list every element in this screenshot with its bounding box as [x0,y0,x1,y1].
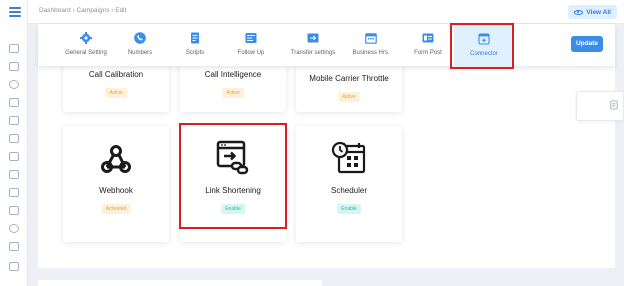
link-shortening-highlight [179,123,287,229]
phone-icon [134,32,146,44]
menu-logo-icon[interactable] [9,7,21,19]
mail-icon[interactable] [9,262,19,271]
report-icon[interactable] [9,170,19,179]
webhook-icon [101,145,131,173]
file-icon[interactable] [9,206,19,215]
tab-label: General Setting [65,50,107,56]
update-button[interactable]: Update [571,36,603,52]
tab-label: Scripts [185,50,205,56]
card-icon[interactable] [9,116,19,125]
card-call-intelligence[interactable]: Call Intelligence Active [180,62,286,112]
tab-scripts[interactable]: Scripts [165,29,225,59]
tab-numbers[interactable]: Numbers [110,29,170,59]
status-badge[interactable]: Activated [101,204,131,214]
tab-label: Business Hrs. [352,50,390,56]
eye-icon [574,9,584,15]
view-all-label: View All [586,8,611,16]
tab-follow-up[interactable]: Follow Up [221,29,281,59]
calendar-icon [365,33,377,44]
settings-icon[interactable] [9,224,19,233]
scheduler-icon [331,141,366,174]
card-title: Mobile Carrier Throttle [309,74,389,83]
document-icon[interactable] [9,188,19,197]
tab-transfer-settings[interactable]: Transfer settings [283,29,343,59]
sidebar [0,0,28,286]
connector-tab-highlight [450,23,514,69]
side-doc-tab[interactable] [576,91,624,121]
form-post-icon [422,33,434,43]
card-title: Call Intelligence [204,70,262,79]
view-all-button[interactable]: View All [568,5,617,19]
tab-business-hrs[interactable]: Business Hrs. [341,29,401,59]
user-icon[interactable] [9,80,19,89]
status-badge[interactable]: Active [338,92,360,102]
card-call-calibration[interactable]: Call Calibration Active [63,62,169,112]
billing-icon[interactable] [9,242,19,251]
breadcrumb[interactable]: Dashboard › Campaigns › Edit [39,7,126,14]
tab-general-setting[interactable]: General Setting [56,29,116,59]
scripts-icon [191,32,199,44]
list-icon[interactable] [9,152,19,161]
card-mobile-carrier-throttle[interactable]: Mobile Carrier Throttle Active [296,62,402,112]
card-title: Scheduler [330,186,368,195]
status-badge[interactable]: Active [105,88,127,98]
transfer-icon [307,33,319,43]
tab-label: Form Post [414,50,442,56]
home-icon[interactable] [9,44,19,53]
top-bar: Dashboard › Campaigns › Edit View All [28,0,624,24]
document-icon [610,100,618,110]
status-badge[interactable]: Active [222,88,244,98]
connector-content: Call Calibration Active Call Intelligenc… [38,62,615,268]
status-badge[interactable]: Enable [337,204,361,214]
dashboard-icon[interactable] [9,62,19,71]
card-title: Webhook [99,186,133,195]
settings-tab-bar: General Setting Numbers Scripts Follow U… [38,24,615,66]
gear-icon [80,32,92,44]
card-webhook[interactable]: Webhook Activated [63,126,169,242]
follow-up-icon [245,33,257,43]
tab-label: Transfer settings [290,50,336,56]
tab-label: Follow Up [237,50,265,56]
tab-label: Numbers [127,50,153,56]
card-scheduler[interactable]: Scheduler Enable [296,126,402,242]
next-section-card [38,280,322,286]
tab-form-post[interactable]: Form Post [398,29,458,59]
campaign-icon[interactable] [9,98,19,107]
number-icon[interactable] [9,134,19,143]
card-title: Call Calibration [88,70,144,79]
